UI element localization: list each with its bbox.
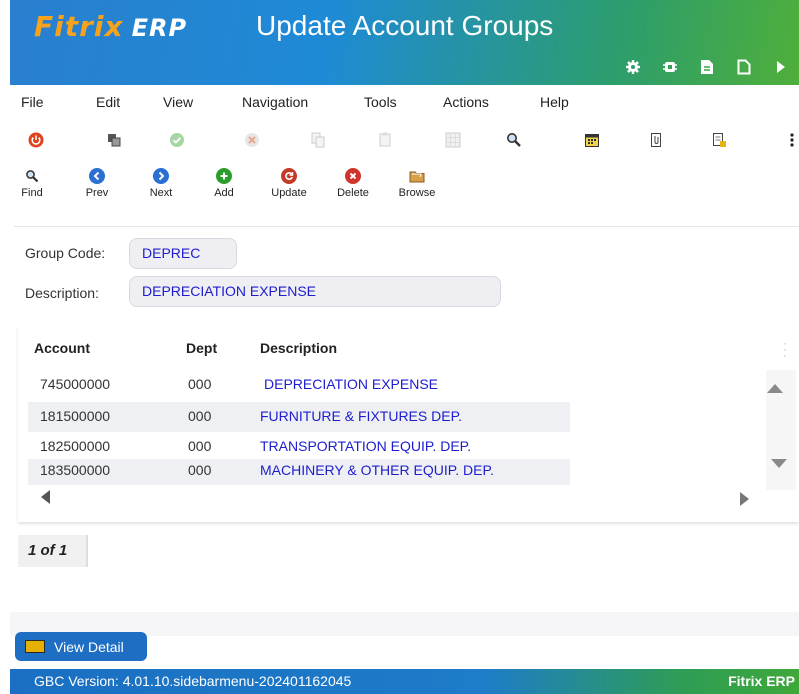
scroll-down-icon[interactable] <box>771 459 787 468</box>
description-cell: FURNITURE & FIXTURES DEP. <box>260 408 462 424</box>
plus-icon <box>216 168 232 184</box>
menu-tools[interactable]: Tools <box>364 94 397 110</box>
scroll-left-icon[interactable] <box>41 490 50 504</box>
toolbar-icons <box>10 130 799 156</box>
scroll-right-icon[interactable] <box>740 492 749 506</box>
refresh-icon <box>281 168 297 184</box>
detail-icon <box>25 640 45 653</box>
accounts-table: Account Dept Description · · · 745000000 0… <box>18 326 799 522</box>
power-icon[interactable] <box>26 130 46 150</box>
new-page-icon[interactable] <box>725 53 762 81</box>
chip-icon[interactable] <box>651 53 688 81</box>
logo-text: Fitrix <box>34 10 124 43</box>
column-header-dept[interactable]: Dept <box>186 340 217 356</box>
delete-label: Delete <box>337 187 369 199</box>
table-row[interactable]: 183500000 000 MACHINERY & OTHER EQUIP. D… <box>28 459 570 485</box>
dept-cell: 000 <box>188 408 212 424</box>
browse-label: Browse <box>398 187 436 199</box>
prev-label: Prev <box>85 187 109 199</box>
x-icon <box>345 168 361 184</box>
title-bar: Fitrix ERP Update Account Groups <box>10 0 799 85</box>
dept-cell: 000 <box>188 438 212 454</box>
cancel-icon[interactable] <box>242 130 262 150</box>
menu-navigation[interactable]: Navigation <box>242 94 308 110</box>
view-detail-label: View Detail <box>54 638 124 655</box>
find-label: Find <box>21 187 43 199</box>
delete-button[interactable]: Delete <box>328 168 378 199</box>
copy-icon[interactable] <box>308 130 328 150</box>
menu-view[interactable]: View <box>163 94 193 110</box>
account-cell: 182500000 <box>40 438 111 454</box>
browse-button[interactable]: Browse <box>392 168 442 199</box>
version-text: GBC Version: 4.01.10.sidebarmenu-2024011… <box>34 673 352 689</box>
play-icon[interactable] <box>762 53 799 81</box>
dept-cell: 000 <box>188 376 212 392</box>
column-menu-icon[interactable]: · · · <box>783 337 787 361</box>
update-label: Update <box>271 187 307 199</box>
table-row[interactable]: 745000000 000 DEPRECIATION EXPENSE <box>28 370 570 400</box>
notes-icon[interactable] <box>710 130 730 150</box>
document-icon[interactable] <box>688 53 725 81</box>
status-bar: GBC Version: 4.01.10.sidebarmenu-2024011… <box>10 669 799 694</box>
app-title: Update Account Groups <box>256 10 554 41</box>
description-cell: TRANSPORTATION EQUIP. DEP. <box>260 438 472 454</box>
attach-icon[interactable] <box>646 130 666 150</box>
menu-file[interactable]: File <box>21 94 44 110</box>
scroll-up-icon[interactable] <box>767 384 783 393</box>
description-field[interactable]: DEPRECIATION EXPENSE <box>129 276 501 307</box>
toolbar-divider <box>14 226 799 227</box>
gear-icon[interactable] <box>614 53 651 81</box>
account-cell: 745000000 <box>40 376 111 392</box>
group-code-label: Group Code: <box>25 245 106 261</box>
table-row[interactable]: 181500000 000 FURNITURE & FIXTURES DEP. <box>28 402 570 432</box>
arrow-right-icon <box>153 168 169 184</box>
table-row[interactable]: 182500000 000 TRANSPORTATION EQUIP. DEP. <box>28 432 570 462</box>
menu-actions[interactable]: Actions <box>443 94 489 110</box>
account-cell: 181500000 <box>40 408 111 424</box>
find-button[interactable]: Find <box>7 168 57 199</box>
add-label: Add <box>214 187 234 199</box>
group-code-field[interactable]: DEPREC <box>129 238 237 269</box>
menu-bar: File Edit View Navigation Tools Actions … <box>10 88 799 116</box>
column-header-account[interactable]: Account <box>34 340 90 356</box>
folder-icon <box>409 168 425 184</box>
next-label: Next <box>149 187 173 199</box>
fitrix-logo: Fitrix ERP <box>34 10 187 43</box>
dept-cell: 000 <box>188 462 212 478</box>
check-icon[interactable] <box>167 130 187 150</box>
arrow-left-icon <box>89 168 105 184</box>
calendar-icon[interactable] <box>582 130 602 150</box>
logo-erp-text: ERP <box>131 14 188 42</box>
description-cell: MACHINERY & OTHER EQUIP. DEP. <box>260 462 494 478</box>
add-button[interactable]: Add <box>199 168 249 199</box>
more-icon[interactable] <box>782 130 799 150</box>
record-pager: 1 of 1 <box>18 535 88 567</box>
paste-icon[interactable] <box>376 130 396 150</box>
update-button[interactable]: Update <box>264 168 314 199</box>
titlebar-actions <box>614 52 799 82</box>
action-toolbar: Find Prev Next Add Update Delete Browse <box>10 168 799 218</box>
grid-icon[interactable] <box>443 130 463 150</box>
brand-text: Fitrix ERP <box>728 673 795 689</box>
description-label: Description: <box>25 285 99 301</box>
column-header-description[interactable]: Description <box>260 340 337 356</box>
prev-button[interactable]: Prev <box>72 168 122 199</box>
next-button[interactable]: Next <box>136 168 186 199</box>
view-detail-button[interactable]: View Detail <box>15 632 147 661</box>
copy-window-icon[interactable] <box>104 130 124 150</box>
menu-help[interactable]: Help <box>540 94 569 110</box>
search-icon <box>24 168 40 184</box>
account-cell: 183500000 <box>40 462 111 478</box>
menu-edit[interactable]: Edit <box>96 94 120 110</box>
description-cell: DEPRECIATION EXPENSE <box>264 376 439 392</box>
zoom-icon[interactable] <box>504 130 524 150</box>
